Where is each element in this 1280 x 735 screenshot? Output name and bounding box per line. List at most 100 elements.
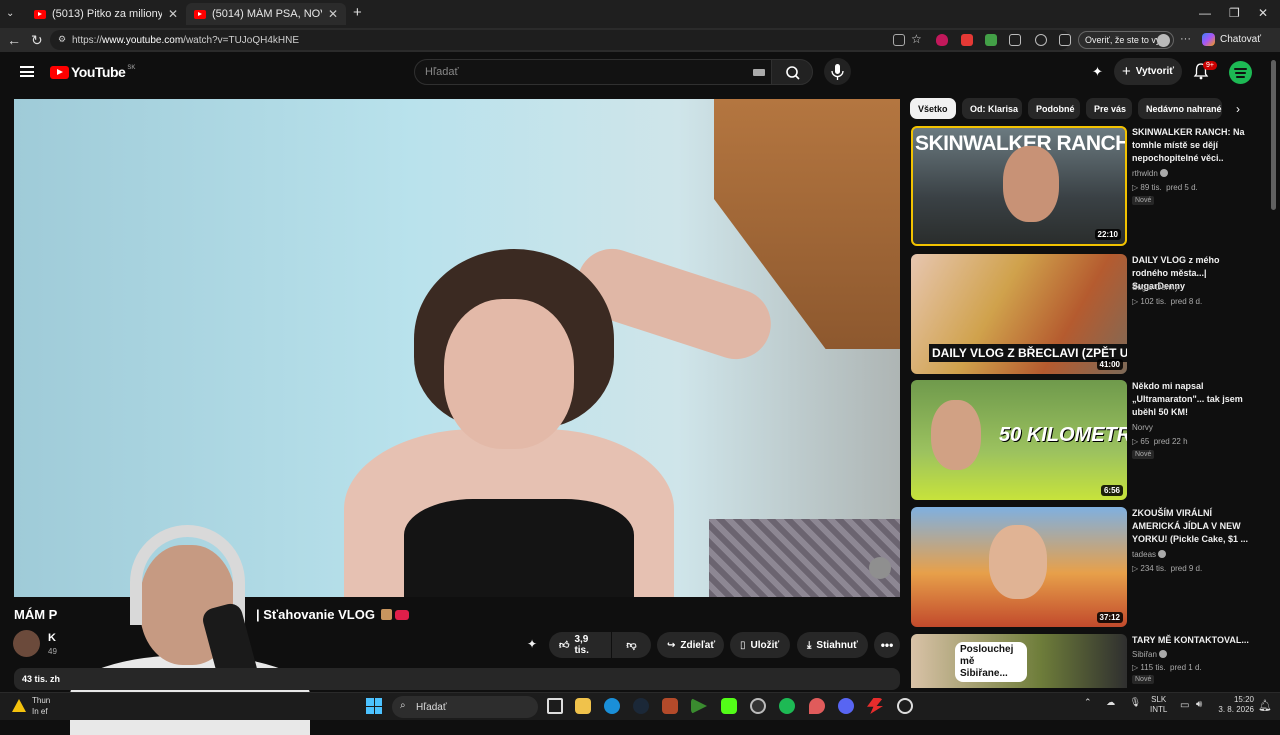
reader-icon[interactable]	[893, 34, 905, 46]
description-box[interactable]: 43 tis. zh	[14, 668, 900, 690]
scrollbar-thumb[interactable]	[1271, 60, 1276, 210]
new-tab-button[interactable]: +	[353, 4, 362, 21]
save-button[interactable]: ▯ Uložiť	[730, 632, 790, 658]
video-player[interactable]	[14, 99, 900, 597]
system-tray[interactable]: ⌃ ☁ 🎙︎	[1084, 697, 1141, 708]
system-clock[interactable]: 15:20 3. 8. 2026	[1214, 695, 1254, 715]
close-tab-icon[interactable]: ✕	[168, 7, 178, 21]
recommendation-channel[interactable]: tadeas	[1132, 550, 1167, 559]
voice-search-button[interactable]	[824, 58, 851, 85]
recommendation-title[interactable]: TARY MĚ KONTAKTOVAL...	[1132, 634, 1250, 647]
video-thumbnail[interactable]: DAILY VLOG Z BŘECLAVI (ZPĚT U RODIČŮ) 41…	[911, 254, 1127, 374]
back-icon[interactable]: ←	[7, 32, 21, 48]
notifications-icon[interactable]: 🔔︎	[1258, 699, 1272, 712]
video-thumbnail[interactable]: SKINWALKER RANCH 22:10	[911, 126, 1127, 246]
search-input[interactable]: Hľadať	[414, 59, 772, 85]
youtube-logo[interactable]: YouTube SK	[50, 64, 135, 80]
shield-extension-icon[interactable]	[936, 34, 948, 46]
extensions-puzzle-icon[interactable]	[1009, 34, 1021, 46]
tray-chevron-icon[interactable]: ⌃	[1084, 697, 1092, 707]
download-button[interactable]: ⤓ Stiahnuť	[797, 632, 868, 658]
game-launcher-icon[interactable]	[662, 698, 678, 714]
collections-icon[interactable]	[1059, 34, 1071, 46]
taskbar-search[interactable]: ⌕ Hľadať	[392, 696, 538, 718]
chrome-like-icon[interactable]	[897, 698, 913, 714]
chip-recently-uploaded[interactable]: Nedávno nahrané	[1138, 98, 1222, 119]
close-window-icon[interactable]: ✕	[1258, 6, 1268, 20]
video-thumbnail[interactable]: 50 KILOMETRŮ 6:56	[911, 380, 1127, 500]
maximize-icon[interactable]: ❐	[1229, 6, 1240, 20]
account-avatar[interactable]	[1229, 61, 1252, 84]
task-view-icon[interactable]	[547, 698, 563, 714]
recommendation-channel[interactable]: Norvy	[1132, 423, 1153, 432]
recommendation-channel[interactable]: Sibiřan	[1132, 650, 1167, 659]
favorite-star-icon[interactable]: ☆	[911, 31, 922, 47]
like-button[interactable]: 👍︎ 3,9 tis.	[549, 632, 611, 658]
youtube-wordmark: YouTube	[71, 64, 126, 80]
thumbs-down-icon: 👎︎	[626, 640, 637, 651]
onedrive-icon[interactable]: ☁	[1106, 697, 1115, 707]
minimize-icon[interactable]: —	[1199, 6, 1211, 20]
video-thumbnail[interactable]: 37:12	[911, 507, 1127, 627]
tab-2[interactable]: (5014) MÁM PSA, NOVÚ KÉRKU A ✕	[186, 3, 346, 25]
spotify-icon[interactable]	[779, 698, 795, 714]
channel-name[interactable]: K	[48, 632, 56, 644]
video-title-end: | Sťahovanie VLOG	[256, 607, 375, 622]
close-tab-icon[interactable]: ✕	[328, 7, 338, 21]
recommendation-item[interactable]: 50 KILOMETRŮ 6:56 Někdo mi napsal „Ultra…	[911, 380, 1251, 500]
ask-ai-icon[interactable]: ✦	[527, 637, 537, 651]
recommendation-item[interactable]: SKINWALKER RANCH 22:10 SKINWALKER RANCH:…	[911, 126, 1251, 246]
obs-icon[interactable]	[750, 698, 766, 714]
channel-avatar[interactable]	[13, 630, 40, 657]
tab-1[interactable]: (5013) Pitko za miliony? Opravili jí ✕	[26, 3, 186, 25]
steam-icon[interactable]	[633, 698, 649, 714]
more-options-icon[interactable]: ···	[1180, 31, 1191, 47]
file-explorer-icon[interactable]	[575, 698, 591, 714]
chip-from-channel[interactable]: Od: Klarisa	[962, 98, 1022, 119]
channel-watermark-icon[interactable]	[869, 557, 891, 579]
recommendation-title[interactable]: ZKOUŠÍM VIRÁLNÍ AMERICKÁ JÍDLA V NEW YOR…	[1132, 507, 1250, 546]
recommendation-title[interactable]: SKINWALKER RANCH: Na tomhle místě se děj…	[1132, 126, 1250, 165]
keyboard-icon[interactable]	[753, 69, 765, 76]
page-scrollbar[interactable]	[1268, 52, 1280, 692]
search-button[interactable]	[771, 59, 813, 85]
more-actions-button[interactable]: •••	[874, 632, 900, 658]
chip-all[interactable]: Všetko	[910, 98, 956, 119]
chip-for-you[interactable]: Pre vás	[1086, 98, 1132, 119]
edge-icon[interactable]	[604, 698, 620, 714]
create-button[interactable]: + Vytvoriť	[1114, 58, 1182, 85]
network-icon[interactable]: ▭	[1180, 700, 1189, 711]
recommendation-item[interactable]: DAILY VLOG Z BŘECLAVI (ZPĚT U RODIČŮ) 41…	[911, 254, 1251, 374]
recommendation-channel[interactable]: Sugar Denny	[1132, 283, 1179, 292]
ai-sparkle-icon[interactable]: ✦	[1092, 64, 1103, 80]
chevron-right-icon[interactable]: ›	[1236, 102, 1240, 116]
red-extension-icon[interactable]	[961, 34, 973, 46]
recommendation-meta: ▷ 115 tis. pred 1 d.	[1132, 663, 1202, 672]
share-button[interactable]: ↪ Zdieľať	[657, 632, 724, 658]
recommendation-title[interactable]: Někdo mi napsal „Ultramaraton"... tak js…	[1132, 380, 1250, 419]
play-app-icon[interactable]	[691, 698, 707, 714]
verify-identity-button[interactable]: Overiť, že ste to vy	[1078, 31, 1174, 49]
recommendation-channel[interactable]: rthwldn	[1132, 169, 1168, 178]
tab-list-chevron-icon[interactable]: ⌄	[6, 6, 14, 22]
split-screen-icon[interactable]	[1035, 34, 1047, 46]
windows-start-icon[interactable]	[366, 698, 382, 714]
maps-pin-icon[interactable]	[809, 698, 825, 714]
recommendation-item[interactable]: 37:12 ZKOUŠÍM VIRÁLNÍ AMERICKÁ JÍDLA V N…	[911, 507, 1251, 627]
green-extension-icon[interactable]	[985, 34, 997, 46]
site-info-icon[interactable]: ⚙	[58, 34, 66, 45]
share-label: Zdieľať	[680, 639, 716, 651]
input-language[interactable]: SLK INTL	[1150, 695, 1167, 715]
menu-icon[interactable]	[20, 66, 34, 77]
chip-related[interactable]: Podobné	[1028, 98, 1080, 119]
flash-app-icon[interactable]	[867, 698, 883, 714]
recommendation-item[interactable]: Poslouchej mě Sibiřane... TARY MĚ KONTAK…	[911, 634, 1251, 688]
dislike-button[interactable]: 👎︎	[612, 632, 651, 658]
copilot-chat-button[interactable]: Chatovať	[1202, 33, 1261, 46]
kick-icon[interactable]	[721, 698, 737, 714]
volume-icon[interactable]: 🔊︎	[1196, 699, 1202, 710]
mic-tray-icon[interactable]: 🎙︎	[1130, 697, 1141, 707]
video-thumbnail[interactable]: Poslouchej mě Sibiřane...	[911, 634, 1127, 688]
discord-icon[interactable]	[838, 698, 854, 714]
reload-icon[interactable]: ↻	[31, 32, 43, 48]
